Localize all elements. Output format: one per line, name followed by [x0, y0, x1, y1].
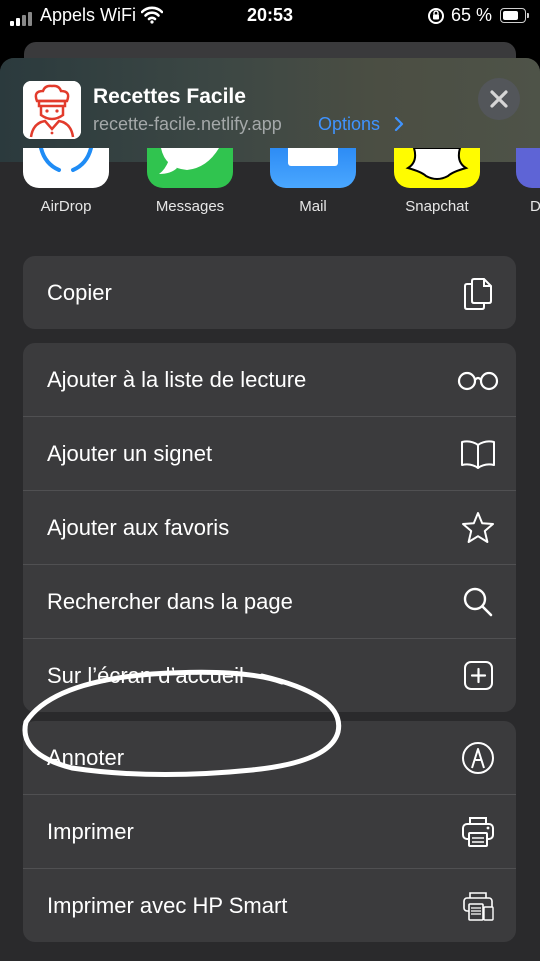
action-label: Ajouter aux favoris	[47, 515, 230, 540]
app-url: recette-facile.netlify.app	[93, 114, 282, 134]
share-app-label: D	[530, 198, 540, 215]
action-group-copy: Copier	[23, 256, 516, 329]
copy-icon	[464, 278, 492, 310]
action-label: Imprimer avec HP Smart	[47, 893, 288, 918]
action-markup[interactable]: Annoter	[23, 721, 516, 795]
markup-icon	[462, 742, 494, 774]
share-header: Recettes Facile recette-facile.netlify.a…	[0, 58, 540, 162]
share-app-label: Messages	[155, 198, 225, 215]
app-icon[interactable]	[516, 148, 540, 188]
action-find-on-page[interactable]: Rechercher dans la page	[23, 565, 516, 639]
action-add-to-home-screen[interactable]: Sur l’écran d’accueil	[23, 639, 516, 712]
star-icon	[462, 512, 494, 543]
action-add-favorites[interactable]: Ajouter aux favoris	[23, 491, 516, 565]
search-icon	[463, 587, 493, 617]
action-label: Annoter	[47, 745, 125, 770]
action-label: Ajouter un signet	[47, 441, 213, 466]
action-group-print: Annoter Imprimer Imprimer avec HP Smart	[23, 721, 516, 942]
options-link[interactable]: Options	[318, 114, 380, 135]
add-square-icon	[464, 661, 493, 690]
book-icon	[461, 440, 495, 469]
share-app-label: AirDrop	[40, 198, 92, 215]
chef-icon	[23, 81, 81, 139]
share-app-label: Mail	[299, 198, 327, 215]
status-bar: Appels WiFi 20:53 65 %	[0, 0, 540, 34]
battery-icon	[500, 8, 529, 23]
mail-icon[interactable]	[270, 148, 356, 188]
action-label: Ajouter à la liste de lecture	[47, 367, 307, 392]
action-label: Rechercher dans la page	[47, 589, 293, 614]
action-group-browser: Ajouter à la liste de lecture Ajouter un…	[23, 343, 516, 712]
battery-percent: 65 %	[451, 5, 493, 25]
close-icon[interactable]	[489, 89, 509, 109]
action-label: Imprimer	[47, 819, 134, 844]
printer-icon	[462, 817, 494, 847]
action-print-hp-smart[interactable]: Imprimer avec HP Smart	[23, 869, 516, 942]
orientation-lock-icon	[428, 8, 444, 24]
share-sheet: Recettes Facile recette-facile.netlify.a…	[0, 58, 540, 961]
messages-icon[interactable]	[147, 148, 233, 188]
action-copy[interactable]: Copier	[23, 256, 516, 329]
airdrop-icon[interactable]	[23, 148, 109, 188]
action-label: Copier	[47, 280, 112, 305]
action-reading-list[interactable]: Ajouter à la liste de lecture	[23, 343, 516, 417]
action-add-bookmark[interactable]: Ajouter un signet	[23, 417, 516, 491]
chevron-right-icon[interactable]	[394, 116, 404, 132]
hp-smart-icon	[463, 892, 494, 921]
share-app-label: Snapchat	[405, 198, 469, 215]
glasses-icon	[457, 371, 499, 391]
action-label: Sur l’écran d’accueil	[47, 663, 244, 688]
snapchat-icon[interactable]	[394, 148, 480, 188]
close-button[interactable]	[478, 78, 520, 120]
action-print[interactable]: Imprimer	[23, 795, 516, 869]
app-name: Recettes Facile	[93, 85, 246, 108]
